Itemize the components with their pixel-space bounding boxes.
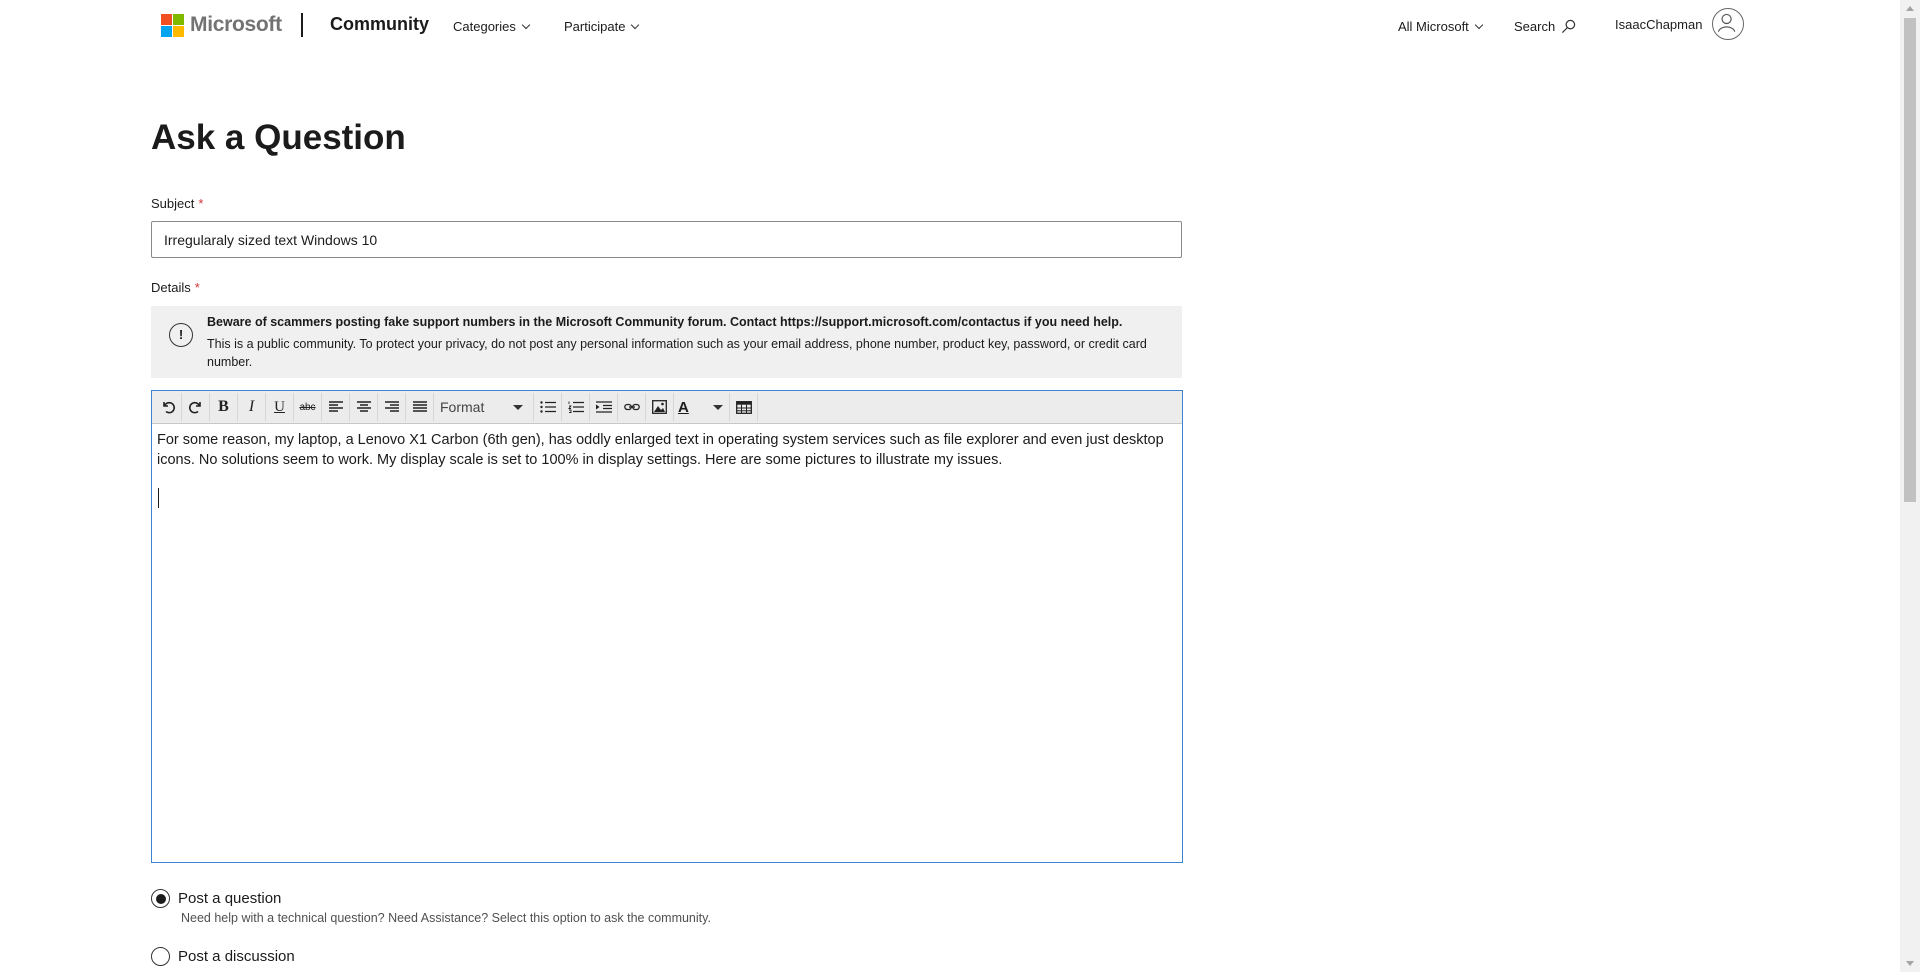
nav-participate[interactable]: Participate [564,19,640,34]
scam-warning-text: Beware of scammers posting fake support … [207,315,1123,329]
info-exclamation-icon: ! [169,323,193,347]
insert-table-button[interactable] [730,393,758,421]
post-discussion-radio[interactable] [151,947,170,966]
required-asterisk: * [194,280,200,295]
privacy-notice: ! Beware of scammers posting fake suppor… [151,306,1182,378]
post-question-description: Need help with a technical question? Nee… [181,911,711,925]
editor-toolbar: B I U abc Format A [152,391,1182,424]
chevron-down-icon [1474,20,1484,29]
logo-square-blue [161,25,172,37]
chevron-down-icon [631,20,640,29]
bullet-list-button[interactable] [534,393,562,421]
details-label-text: Details [151,280,191,295]
post-discussion-label: Post a discussion [178,948,295,965]
insert-image-button[interactable] [646,393,674,421]
page-title: Ask a Question [151,118,406,157]
justify-button[interactable] [406,393,434,421]
bullet-list-icon [539,401,556,413]
page-scrollbar[interactable] [1900,0,1920,972]
align-center-button[interactable] [350,393,378,421]
align-right-button[interactable] [378,393,406,421]
format-dropdown-label: Format [440,399,485,415]
align-left-icon [328,401,343,412]
search-icon [1562,19,1576,34]
indent-icon [595,401,612,413]
chevron-down-icon [521,20,531,29]
italic-icon: I [248,398,255,415]
bold-icon: B [218,398,229,415]
post-question-option[interactable]: Post a question [151,889,281,908]
underline-button[interactable]: U [266,393,294,421]
editor-content[interactable]: For some reason, my laptop, a Lenovo X1 … [157,430,1172,470]
all-microsoft-label: All Microsoft [1398,19,1469,34]
indent-button[interactable] [590,393,618,421]
privacy-warning-text: This is a public community. To protect y… [207,337,1147,369]
community-home-link[interactable]: Community [330,14,429,35]
numbered-list-button[interactable] [562,393,590,421]
link-button[interactable] [618,393,646,421]
text-color-icon: A [678,398,689,416]
scroll-up-arrow-icon[interactable] [1906,6,1914,11]
logo-square-yellow [173,25,184,37]
search-button[interactable]: Search [1514,19,1576,34]
microsoft-logo[interactable]: Microsoft [161,13,282,37]
user-name-link[interactable]: IsaacChapman [1615,17,1702,32]
undo-button[interactable] [154,393,182,421]
rich-text-editor[interactable]: B I U abc Format A For some reason, my l… [151,390,1183,863]
align-right-icon [384,401,399,412]
bold-button[interactable]: B [210,393,238,421]
scrollbar-thumb[interactable] [1904,18,1916,502]
nav-categories-label: Categories [453,19,516,34]
nav-participate-label: Participate [564,19,626,34]
post-question-label: Post a question [178,890,282,907]
radio-selected-dot [155,893,166,904]
search-label: Search [1514,19,1556,34]
logo-square-red [161,13,172,25]
undo-icon [162,401,175,414]
redo-icon [188,401,201,414]
align-center-icon [356,401,371,412]
user-avatar-icon [1717,13,1736,32]
scroll-down-arrow-icon[interactable] [1906,961,1914,966]
table-icon [735,400,752,414]
strikethrough-button[interactable]: abc [294,393,322,421]
all-microsoft-menu[interactable]: All Microsoft [1398,19,1484,34]
post-question-radio[interactable] [151,889,170,908]
details-label: Details * [151,280,200,295]
numbered-list-icon [567,401,584,413]
text-caret [158,488,159,508]
dropdown-arrow-icon [513,405,523,410]
format-dropdown[interactable]: Format [434,393,534,421]
logo-text: Microsoft [190,13,282,36]
required-asterisk: * [198,196,204,211]
avatar[interactable] [1712,8,1744,40]
microsoft-logo-icon [161,13,184,37]
italic-button[interactable]: I [238,393,266,421]
dropdown-arrow-icon [713,405,723,410]
logo-square-green [173,13,184,25]
strikethrough-icon: abc [299,401,316,413]
redo-button[interactable] [182,393,210,421]
subject-label: Subject * [151,196,203,211]
align-left-button[interactable] [322,393,350,421]
underline-icon: U [274,398,285,415]
top-header: Microsoft Community Categories Participa… [0,0,1900,52]
nav-categories[interactable]: Categories [453,19,531,34]
post-discussion-option[interactable]: Post a discussion [151,947,295,966]
link-icon [623,403,640,411]
subject-label-text: Subject [151,196,195,211]
header-divider [301,13,303,37]
subject-input[interactable] [151,221,1182,258]
text-color-button[interactable]: A [674,393,730,421]
justify-icon [412,401,427,412]
image-icon [652,400,667,414]
